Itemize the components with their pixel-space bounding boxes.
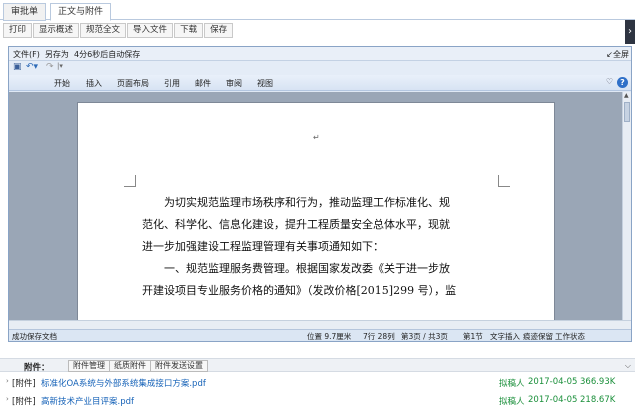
scroll-up-icon[interactable]: ▲ (624, 92, 629, 99)
ribbon-tab-page-layout[interactable]: 页面布局 (117, 78, 149, 89)
attachments-header: 附件： 附件管理 纸质附件 附件发送设置 ⌵ (0, 358, 635, 373)
horizontal-scrollbar[interactable] (9, 320, 631, 329)
help-icon[interactable]: ? (617, 77, 628, 88)
attachment-date: 2017-04-05 (528, 377, 578, 387)
attachment-prefix: [附件] (12, 379, 36, 389)
attachment-row: › [附件] 标准化OA系统与外部系统集成接口方案.pdf 拟稿人 2017-0… (0, 375, 635, 391)
file-menu[interactable]: 文件(F) (13, 50, 40, 59)
paper-attachments-button[interactable]: 纸质附件 (109, 360, 151, 372)
import-file-button[interactable]: 导入文件 (127, 23, 174, 38)
vertical-scrollbar[interactable]: ▲ (622, 92, 631, 320)
ribbon-tab-home[interactable]: 开始 (54, 78, 70, 89)
action-toolbar: 打印 显示概述 规范全文 导入文件 下载 保存 (3, 23, 234, 39)
attachment-send-settings-button[interactable]: 附件发送设置 (150, 360, 208, 372)
quick-access-toolbar: ▣ ↶▾ ↷ |▾ (9, 61, 631, 75)
page-indicator: 第3页 / 共3页 (401, 332, 448, 341)
text-insert-mode[interactable]: 文字插入 (490, 331, 520, 342)
download-button[interactable]: 下载 (174, 23, 204, 38)
tab-body-attachments[interactable]: 正文与附件 (50, 3, 112, 21)
fullscreen-button[interactable]: ↙全屏 (606, 49, 629, 60)
print-button[interactable]: 打印 (3, 23, 33, 38)
tab-bar: 审批单 正文与附件 (0, 0, 635, 21)
track-changes-mode[interactable]: 痕迹保留 (523, 331, 553, 342)
attachment-prefix: [附件] (12, 397, 36, 407)
save-as-button[interactable]: 另存为 (45, 50, 69, 59)
tab-approval-form[interactable]: 审批单 (3, 3, 47, 21)
crop-mark (124, 175, 136, 187)
attachment-link[interactable]: 标准化OA系统与外部系统集成接口方案.pdf (41, 377, 206, 389)
body-line: 为切实规范监理市场秩序和行为，推动监理工作标准化、规 (164, 196, 450, 209)
body-line: 一、规范监理服务费管理。根据国家发改委《关于进一步放 (164, 262, 450, 275)
attachment-row: › [附件] 高新技术产业目评案.pdf 拟稿人 2017-04-05 218.… (0, 393, 635, 408)
show-summary-button[interactable]: 显示概述 (33, 23, 80, 38)
ribbon-tab-review[interactable]: 审阅 (226, 78, 242, 89)
save-icon[interactable]: ▣ (13, 62, 22, 72)
expand-caret-icon[interactable]: › (6, 377, 9, 385)
attachment-author: 拟稿人 (499, 397, 525, 407)
section-indicator: 第1节 (463, 332, 483, 341)
save-button[interactable]: 保存 (204, 23, 234, 38)
attachment-author: 拟稿人 (499, 379, 525, 389)
attachment-link[interactable]: 高新技术产业目评案.pdf (41, 395, 134, 407)
document-canvas: ↵ 为切实规范监理市场秩序和行为，推动监理工作标准化、规 范化、科学化、信息化建… (9, 92, 622, 320)
customize-toolbar-icon[interactable]: |▾ (57, 62, 63, 70)
editor-file-bar: 文件(F) 另存为 4分6秒后自动保存 ↙全屏 (9, 47, 631, 61)
attachment-date: 2017-04-05 (528, 395, 578, 405)
paragraph-mark: ↵ (313, 133, 320, 142)
ribbon-tab-view[interactable]: 视图 (257, 78, 273, 89)
document-page[interactable]: ↵ 为切实规范监理市场秩序和行为，推动监理工作标准化、规 范化、科学化、信息化建… (77, 102, 555, 320)
line-column: 7行 28列 (363, 332, 395, 341)
autosave-status: 4分6秒后自动保存 (74, 50, 141, 59)
normalize-text-button[interactable]: 规范全文 (80, 23, 127, 38)
cursor-position: 位置 9.7厘米 (307, 332, 352, 341)
ribbon-tab-references[interactable]: 引用 (164, 78, 180, 89)
collapse-panel-icon[interactable]: › (625, 20, 635, 44)
attachment-size: 366.93K (580, 377, 616, 387)
crop-mark (498, 175, 510, 187)
undo-icon[interactable]: ↶▾ (26, 62, 38, 72)
editor-status-bar: 成功保存文档 位置 9.7厘米 7行 28列 第3页 / 共3页 第1节 文字插… (9, 329, 631, 341)
expand-caret-icon[interactable]: › (6, 395, 9, 403)
ribbon-tab-mailings[interactable]: 邮件 (195, 78, 211, 89)
work-state[interactable]: 工作状态 (555, 331, 585, 342)
redo-icon[interactable]: ↷ (46, 62, 54, 72)
chevron-down-icon[interactable]: ⌵ (625, 361, 631, 371)
save-status: 成功保存文档 (12, 332, 57, 341)
attachments-title: 附件： (24, 363, 50, 373)
body-line: 范化、科学化、信息化建设，提升工程质量安全总体水平，现就 (142, 218, 450, 231)
attachment-size: 218.67K (580, 395, 616, 405)
scrollbar-thumb[interactable] (624, 102, 630, 122)
body-line: 开建设项目专业服务价格的通知》（发改价格[2015]299 号），监 (142, 284, 457, 297)
body-line: 进一步加强建设工程监理管理有关事项通知如下： (142, 240, 384, 253)
document-editor: 文件(F) 另存为 4分6秒后自动保存 ↙全屏 ▣ ↶▾ ↷ |▾ 开始 插入 … (8, 46, 632, 342)
ribbon-tab-insert[interactable]: 插入 (86, 78, 102, 89)
manage-attachments-button[interactable]: 附件管理 (68, 360, 110, 372)
ribbon-minimize-icon[interactable]: ♡ (606, 77, 613, 86)
ribbon-tabs: 开始 插入 页面布局 引用 邮件 审阅 视图 ♡ ? (9, 75, 631, 91)
